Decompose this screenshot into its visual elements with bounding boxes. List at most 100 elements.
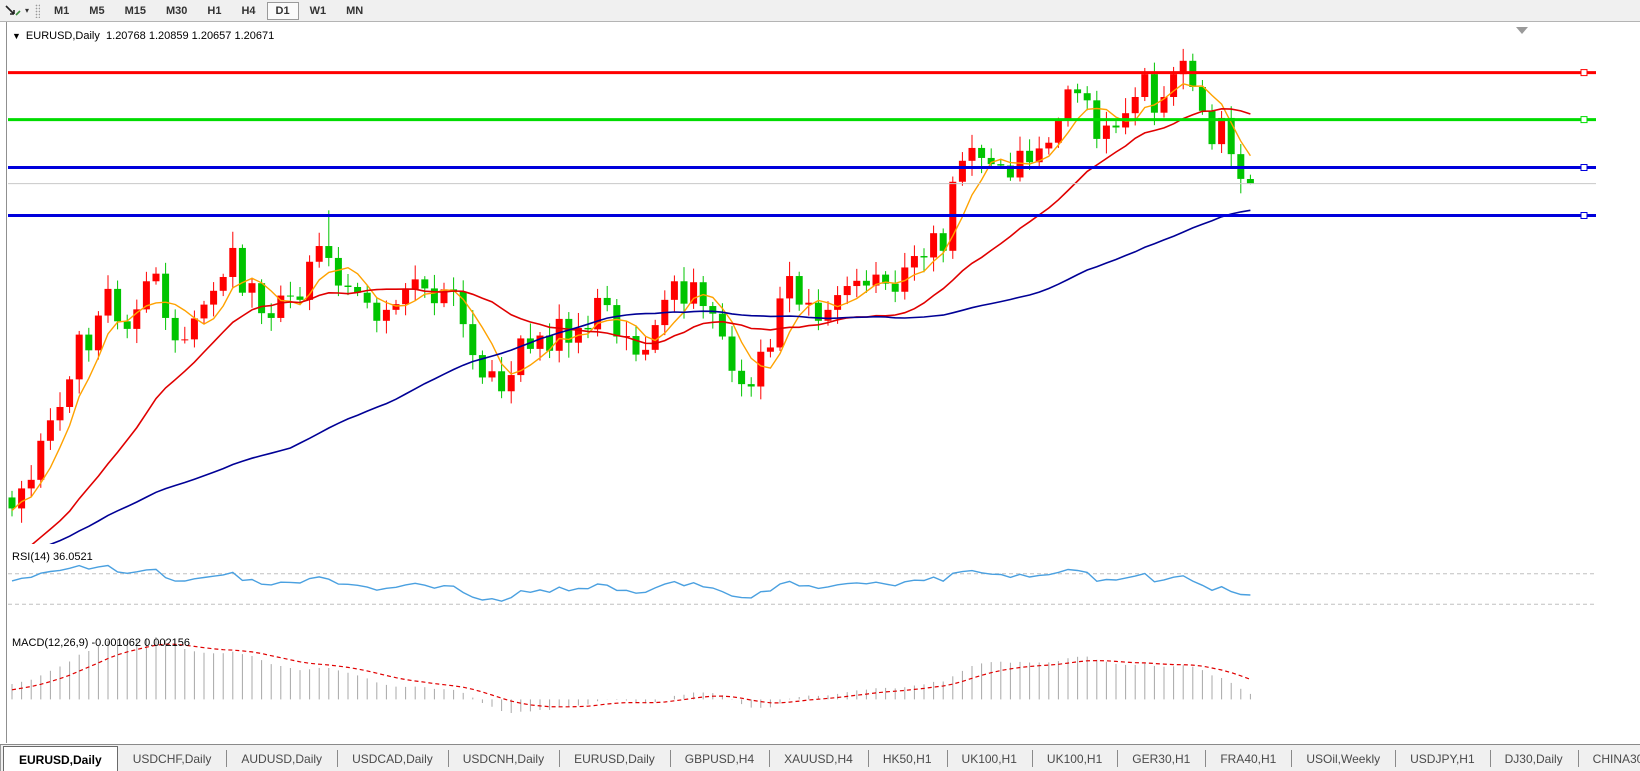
candle-body <box>229 248 236 277</box>
candle-body <box>18 488 25 508</box>
candle-body <box>594 298 601 329</box>
candle-body <box>930 233 937 257</box>
candle-body <box>681 281 688 303</box>
candle-body <box>325 246 332 258</box>
chart-tab-usdjpy-h1[interactable]: USDJPY,H1 <box>1395 745 1489 771</box>
candle-body <box>210 291 217 305</box>
candle-body <box>47 420 54 440</box>
candle-body <box>757 352 764 387</box>
candle-body <box>508 375 515 391</box>
chart-shift-marker[interactable] <box>1516 27 1528 34</box>
candle-body <box>9 497 16 508</box>
candle-body <box>1113 126 1120 128</box>
candle-body <box>297 297 304 300</box>
chart-tab-gbpusd-h4[interactable]: GBPUSD,H4 <box>670 745 769 771</box>
candle-body <box>642 350 649 355</box>
candle-body <box>239 248 246 293</box>
chart-tab-audusd-daily[interactable]: AUDUSD,Daily <box>226 745 337 771</box>
chart-title: ▼EURUSD,Daily 1.20768 1.20859 1.20657 1.… <box>12 30 274 42</box>
candle-body <box>690 282 697 303</box>
candle-body <box>748 384 755 386</box>
candle-body <box>66 379 73 407</box>
candle-body <box>1055 121 1062 143</box>
macd-label: MACD(12,26,9) -0.001062 0.002156 <box>12 637 190 649</box>
candle-body <box>719 314 726 337</box>
chart-tab-xauusd-h4[interactable]: XAUUSD,H4 <box>769 745 868 771</box>
candle-body <box>172 318 179 340</box>
candle-body <box>1132 97 1139 113</box>
candle-body <box>124 321 131 329</box>
candle-body <box>709 306 716 314</box>
chart-tab-china300-h1[interactable]: CHINA300,H1 <box>1578 745 1640 771</box>
candle-body <box>1209 111 1216 144</box>
candle-body <box>844 286 851 295</box>
candle-body <box>345 286 352 287</box>
candle-body <box>1247 179 1254 184</box>
candle-body <box>268 313 275 318</box>
candle-body <box>114 289 121 321</box>
candle-body <box>978 148 985 158</box>
candle-body <box>373 303 380 321</box>
ma-60-line <box>12 210 1250 555</box>
main-price-pane[interactable] <box>8 49 1597 556</box>
candle-body <box>153 274 160 282</box>
candle-body <box>1045 143 1052 149</box>
chart-tab-uk100-h1[interactable]: UK100,H1 <box>1032 745 1117 771</box>
macd-signal-line <box>12 644 1250 707</box>
candle-body <box>556 319 563 351</box>
candle-body <box>786 276 793 298</box>
candle-body <box>853 281 860 286</box>
chart-tab-dj30-daily[interactable]: DJ30,Daily <box>1490 745 1578 771</box>
candle-body <box>383 310 390 321</box>
candle-body <box>316 246 323 262</box>
line-handle[interactable] <box>1581 70 1587 76</box>
chart-tab-usdcad-daily[interactable]: USDCAD,Daily <box>337 745 448 771</box>
candle-body <box>585 328 592 329</box>
macd-pane[interactable] <box>12 637 1250 713</box>
candle-body <box>57 407 64 420</box>
candle-body <box>959 161 966 182</box>
candle-body <box>738 371 745 384</box>
chart-tab-usdchf-daily[interactable]: USDCHF,Daily <box>118 745 227 771</box>
chart-tab-hk50-h1[interactable]: HK50,H1 <box>868 745 947 771</box>
candle-body <box>1074 89 1081 93</box>
chart-tab-usdcnh-daily[interactable]: USDCNH,Daily <box>448 745 559 771</box>
candle-body <box>911 256 918 267</box>
candle-body <box>489 371 496 377</box>
line-handle[interactable] <box>1581 165 1587 171</box>
chart-tab-ger30-h1[interactable]: GER30,H1 <box>1117 745 1205 771</box>
candle-body <box>1065 89 1072 120</box>
candle-body <box>402 289 409 304</box>
candle-body <box>431 288 438 303</box>
chart-tab-eurusd-daily[interactable]: EURUSD,Daily <box>3 746 118 771</box>
candle-body <box>652 325 659 350</box>
candle-body <box>249 283 256 293</box>
candle-body <box>201 305 208 319</box>
rsi-pane[interactable] <box>8 566 1597 605</box>
candle-body <box>258 283 265 313</box>
candle-body <box>469 324 476 355</box>
chart-tab-usoil-weekly[interactable]: USOil,Weekly <box>1291 745 1395 771</box>
chart-tab-eurusd-daily[interactable]: EURUSD,Daily <box>559 745 670 771</box>
candle-body <box>1218 118 1225 144</box>
line-handle[interactable] <box>1581 117 1587 123</box>
chart-collapse-icon[interactable]: ▼ <box>12 31 21 41</box>
candle-body <box>335 258 342 286</box>
chart-tab-uk100-h1[interactable]: UK100,H1 <box>947 745 1032 771</box>
chart-tab-fra40-h1[interactable]: FRA40,H1 <box>1205 745 1291 771</box>
chart-tab-bar: EURUSD,DailyUSDCHF,DailyAUDUSD,DailyUSDC… <box>0 744 1640 771</box>
candle-body <box>997 164 1004 165</box>
line-handle[interactable] <box>1581 213 1587 219</box>
candle-body <box>834 295 841 310</box>
candle-body <box>37 441 44 480</box>
rsi-line <box>12 566 1250 602</box>
candle-body <box>863 281 870 286</box>
candle-body <box>412 279 419 289</box>
candle-body <box>1151 74 1158 113</box>
candle-body <box>729 337 736 371</box>
candle-body <box>671 281 678 300</box>
chart-canvas[interactable] <box>0 0 1640 771</box>
candle-body <box>892 284 899 292</box>
candle-body <box>1103 126 1110 139</box>
candle-body <box>85 335 92 351</box>
